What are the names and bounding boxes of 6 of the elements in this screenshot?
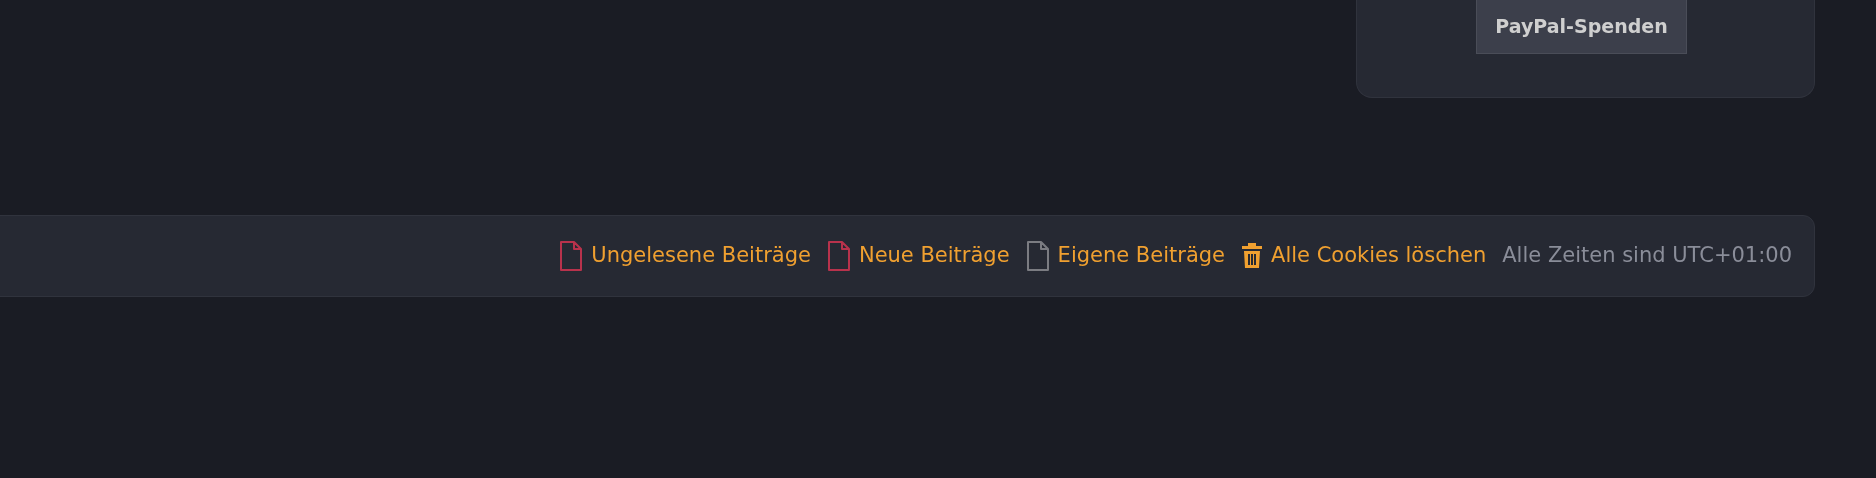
footer-link[interactable]: Neue Beiträge: [826, 240, 1010, 272]
footer-link[interactable]: Alle Cookies löschen: [1241, 240, 1487, 272]
footer-link[interactable]: Eigene Beiträge: [1025, 240, 1225, 272]
timezone-note: Alle Zeiten sind UTC+01:00: [1502, 242, 1792, 270]
footer-link[interactable]: Ungelesene Beiträge: [559, 240, 811, 272]
paypal-donate-button[interactable]: PayPal-Spenden: [1476, 0, 1687, 54]
